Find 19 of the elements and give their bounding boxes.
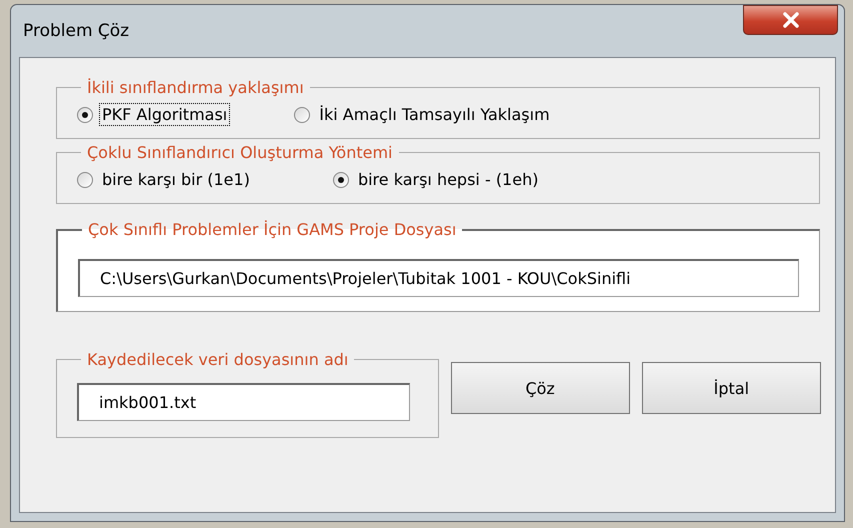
window-title: Problem Çöz [23, 21, 130, 41]
radio-button[interactable] [332, 172, 349, 188]
group-title: İkili sınıflandırma yaklaşımı [86, 78, 305, 97]
radio-label: bire karşı bir (1e1) [101, 169, 251, 191]
radio-option[interactable]: bire karşı bir (1e1) [77, 168, 253, 191]
close-icon [782, 12, 800, 28]
group-title: Kaydedilecek veri dosyasının adı [86, 350, 350, 369]
dialog-button[interactable]: İptal [642, 362, 821, 414]
group-title: Çok Sınıflı Problemler İçin GAMS Proje Dosyası [87, 220, 458, 239]
dialog-button[interactable]: Çöz [450, 362, 630, 414]
path-field[interactable]: C:\Users\Gurkan\Documents\Projeler\Tubitak 1001 - KOU\CokSinifli [78, 259, 799, 297]
radio-button[interactable] [77, 172, 93, 188]
group-title: Çoklu Sınıflandırıcı Oluşturma Yöntemi [86, 143, 394, 162]
radio-button[interactable] [77, 106, 93, 122]
file-name-field[interactable]: imkb001.txt [77, 383, 410, 421]
close-button[interactable] [743, 5, 838, 35]
radio-label: bire karşı hepsi - (1eh) [356, 169, 540, 191]
radio-option[interactable]: bire karşı hepsi - (1eh) [332, 168, 542, 191]
radio-button[interactable] [294, 106, 310, 122]
